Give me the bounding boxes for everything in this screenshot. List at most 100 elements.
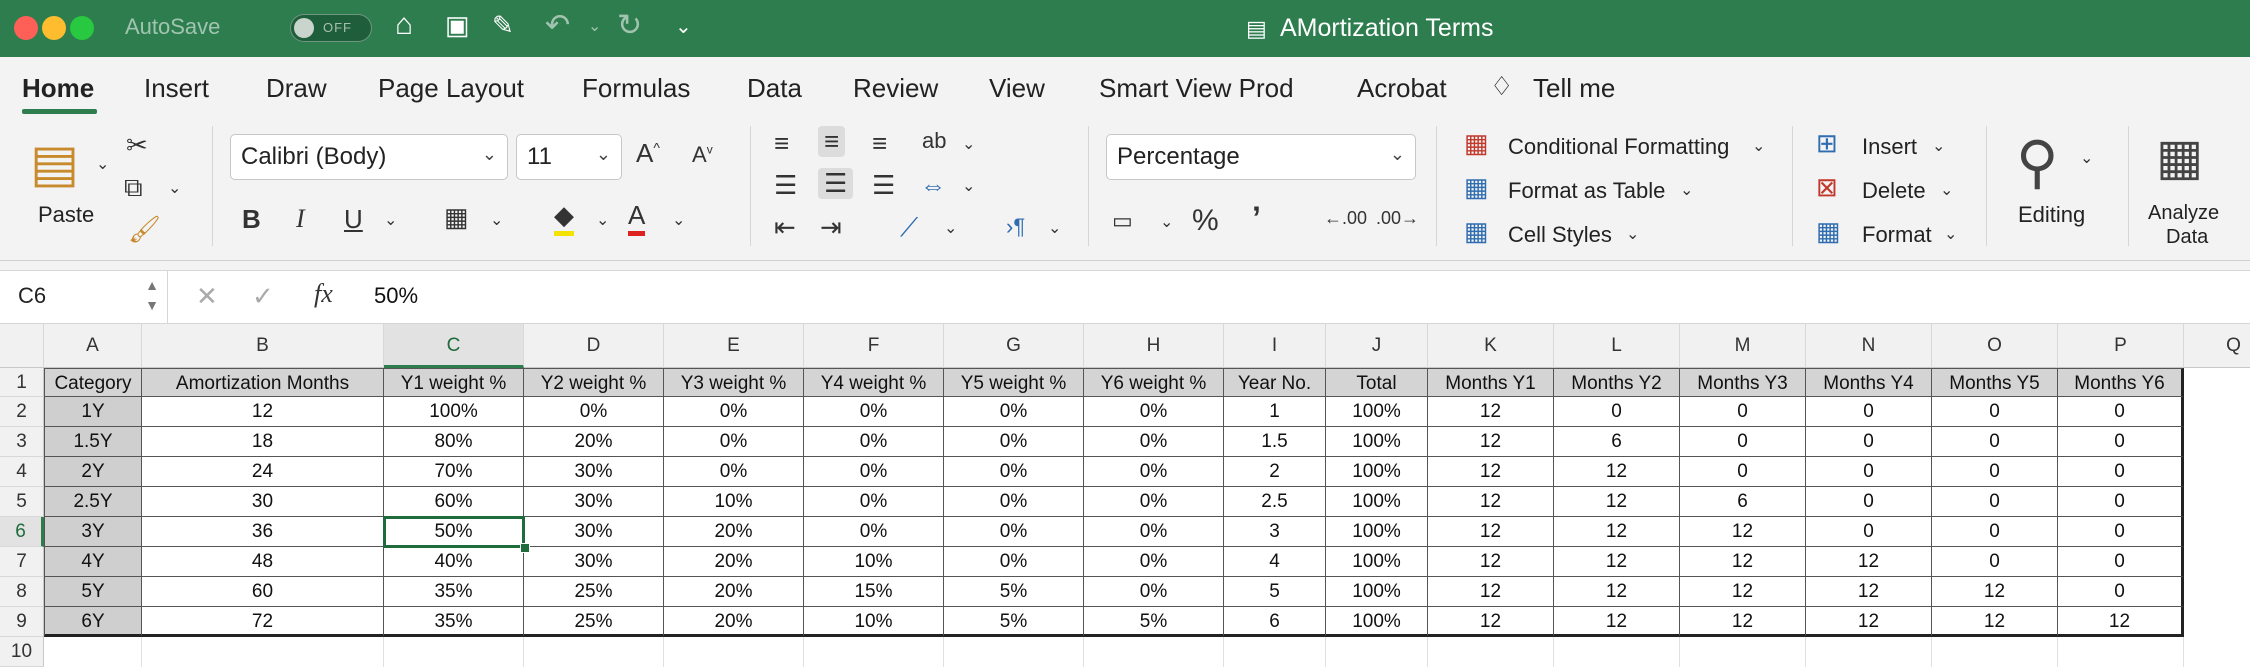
table-cell[interactable]: 5 [1224, 577, 1326, 607]
table-cell[interactable]: 5% [944, 607, 1084, 637]
table-cell[interactable]: 1 [1224, 397, 1326, 427]
minimize-window-button[interactable] [42, 16, 66, 40]
increase-decimal-icon[interactable]: ←.00 [1324, 208, 1367, 229]
zoom-window-button[interactable] [70, 16, 94, 40]
chevron-down-icon[interactable]: ⌄ [1944, 224, 1957, 244]
table-cell[interactable]: 100% [1326, 577, 1428, 607]
row-header-1[interactable]: 1 [0, 368, 44, 397]
table-cell[interactable]: 12 [1428, 517, 1554, 547]
table-cell[interactable]: 2 [1224, 457, 1326, 487]
decrease-indent-icon[interactable]: ⇤ [774, 212, 796, 243]
undo-icon[interactable]: ↶ [545, 8, 570, 43]
table-cell[interactable]: 0% [944, 487, 1084, 517]
column-title-cell[interactable]: Y3 weight % [664, 368, 804, 397]
tab-acrobat[interactable]: Acrobat [1357, 73, 1447, 104]
table-cell[interactable]: 10% [664, 487, 804, 517]
empty-cell[interactable] [2184, 637, 2250, 667]
table-cell[interactable]: 0% [1084, 427, 1224, 457]
empty-cell[interactable] [2058, 637, 2184, 667]
table-cell[interactable]: 0% [1084, 457, 1224, 487]
cell-styles-button[interactable]: Cell Styles [1508, 222, 1612, 248]
orientation-dropdown-icon[interactable]: ⌄ [962, 134, 975, 154]
copy-icon[interactable]: ⧉ [124, 172, 143, 204]
table-cell[interactable]: 4Y [44, 547, 142, 577]
table-cell[interactable]: 0 [1806, 487, 1932, 517]
table-cell[interactable]: 3 [1224, 517, 1326, 547]
table-cell[interactable]: 0 [1932, 427, 2058, 457]
confirm-entry-icon[interactable]: ✓ [252, 281, 274, 312]
column-header-f[interactable]: F [804, 324, 944, 368]
format-button[interactable]: Format [1862, 222, 1932, 248]
table-cell[interactable]: 60 [142, 577, 384, 607]
cancel-entry-icon[interactable]: ✕ [196, 281, 218, 312]
number-format-select[interactable]: Percentage ⌄ [1106, 134, 1416, 180]
column-title-cell[interactable]: Y2 weight % [524, 368, 664, 397]
table-cell[interactable]: 12 [1680, 577, 1806, 607]
borders-dropdown-icon[interactable]: ⌄ [490, 210, 503, 230]
tab-tell-me[interactable]: Tell me [1533, 73, 1615, 104]
insert-cells-icon[interactable]: ⊞ [1816, 128, 1838, 159]
table-cell[interactable]: 12 [1428, 607, 1554, 637]
table-cell[interactable]: 0 [2058, 487, 2184, 517]
table-cell[interactable]: 5% [944, 577, 1084, 607]
table-cell[interactable]: 12 [1680, 547, 1806, 577]
empty-cell[interactable] [524, 637, 664, 667]
table-cell[interactable]: 2.5Y [44, 487, 142, 517]
column-title-cell[interactable]: Months Y6 [2058, 368, 2184, 397]
empty-cell[interactable] [944, 637, 1084, 667]
column-title-cell[interactable]: Y5 weight % [944, 368, 1084, 397]
table-cell[interactable]: 2.5 [1224, 487, 1326, 517]
format-as-table-icon[interactable]: ▦ [1464, 172, 1489, 203]
table-cell[interactable]: 12 [1554, 457, 1680, 487]
font-color-icon[interactable]: A [628, 200, 646, 236]
table-cell[interactable]: 4 [1224, 547, 1326, 577]
table-cell[interactable]: 0% [804, 397, 944, 427]
fill-handle[interactable] [520, 543, 530, 553]
row-header-4[interactable]: 4 [0, 457, 44, 487]
table-cell[interactable]: 6 [1680, 487, 1806, 517]
column-header-p[interactable]: P [2058, 324, 2184, 368]
table-cell[interactable]: 10% [804, 607, 944, 637]
undo-dropdown-icon[interactable]: ⌄ [588, 16, 601, 36]
table-cell[interactable]: 100% [1326, 487, 1428, 517]
column-header-e[interactable]: E [664, 324, 804, 368]
table-cell[interactable]: 3Y [44, 517, 142, 547]
column-title-cell[interactable]: Months Y3 [1680, 368, 1806, 397]
edit-icon[interactable]: ✎ [492, 10, 514, 41]
table-cell[interactable]: 100% [1326, 547, 1428, 577]
tab-view[interactable]: View [989, 73, 1045, 104]
table-cell[interactable]: 35% [384, 607, 524, 637]
font-size-select[interactable]: 11 ⌄ [516, 134, 622, 180]
spreadsheet-grid[interactable]: A B C D E F G H I J K L M N O P Q 1 2 3 4 5 6 7 8 9 10 Category Amor… [0, 324, 2250, 667]
column-title-cell[interactable]: Months Y1 [1428, 368, 1554, 397]
table-cell[interactable]: 0% [944, 427, 1084, 457]
table-cell[interactable]: 0 [1932, 487, 2058, 517]
percent-style-button[interactable]: % [1192, 204, 1219, 238]
chevron-down-icon[interactable]: ⌄ [1752, 136, 1765, 156]
table-cell[interactable]: 48 [142, 547, 384, 577]
column-title-cell[interactable]: Category [44, 368, 142, 397]
table-cell[interactable]: 100% [1326, 607, 1428, 637]
align-left-icon[interactable]: ☰ [774, 170, 797, 201]
accounting-format-icon[interactable]: ▭ [1112, 208, 1133, 234]
conditional-formatting-icon[interactable]: ▦ [1464, 128, 1489, 159]
column-title-cell[interactable]: Months Y2 [1554, 368, 1680, 397]
table-cell[interactable]: 0% [524, 397, 664, 427]
table-cell[interactable]: 0 [1932, 397, 2058, 427]
table-cell[interactable]: 0 [1806, 517, 1932, 547]
paste-dropdown-icon[interactable]: ⌄ [96, 154, 109, 174]
table-cell[interactable]: 40% [384, 547, 524, 577]
table-cell[interactable]: 1.5 [1224, 427, 1326, 457]
column-header-o[interactable]: O [1932, 324, 2058, 368]
table-cell[interactable]: 0% [944, 397, 1084, 427]
table-cell[interactable]: 0% [1084, 487, 1224, 517]
empty-cell[interactable] [804, 637, 944, 667]
table-cell[interactable]: 12 [1554, 577, 1680, 607]
table-cell[interactable]: 6Y [44, 607, 142, 637]
table-cell[interactable]: 100% [384, 397, 524, 427]
table-cell[interactable]: 12 [1428, 397, 1554, 427]
table-cell[interactable]: 0% [1084, 517, 1224, 547]
column-header-h[interactable]: H [1084, 324, 1224, 368]
table-cell[interactable]: 70% [384, 457, 524, 487]
table-cell[interactable]: 30% [524, 457, 664, 487]
